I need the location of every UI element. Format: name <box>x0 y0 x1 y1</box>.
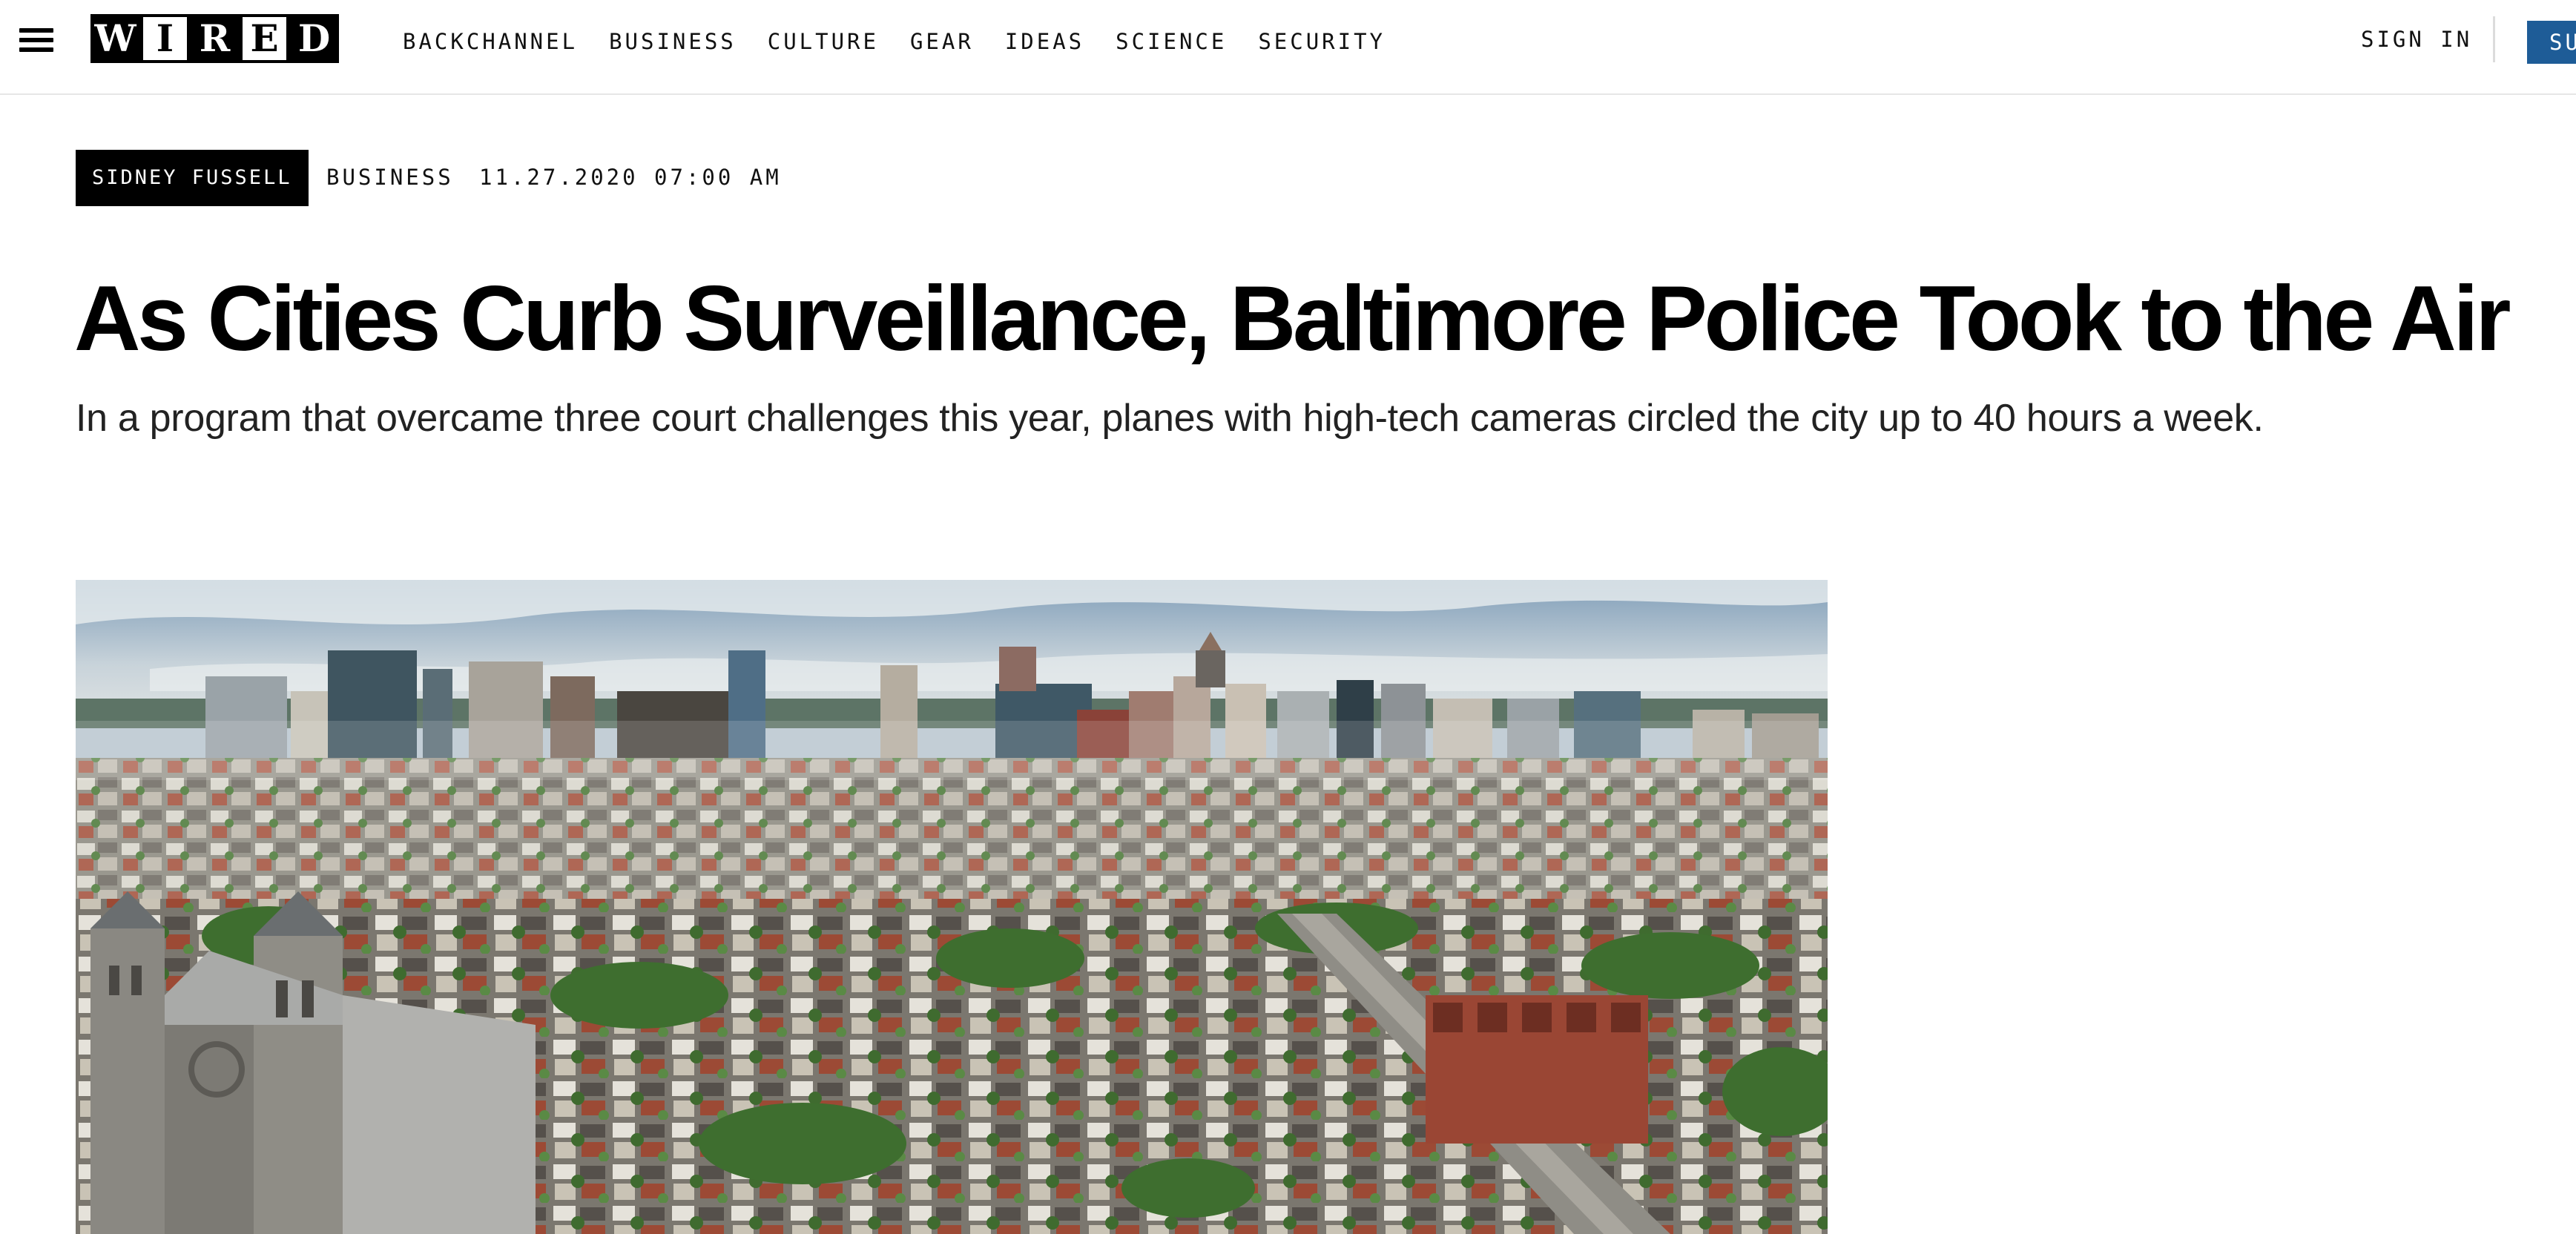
logo-letter: I <box>140 14 190 63</box>
lead-image-aerial-city <box>76 580 1828 1234</box>
nav-item-security[interactable]: SECURITY <box>1258 29 1386 54</box>
nav-divider <box>2493 16 2495 62</box>
subscribe-button[interactable]: SU <box>2527 21 2576 64</box>
author-byline[interactable]: SIDNEY FUSSELL <box>76 150 309 206</box>
article-dek: In a program that overcame three court c… <box>76 397 2264 440</box>
article-headline: As Cities Curb Surveillance, Baltimore P… <box>74 268 2511 370</box>
publish-date: 11.27.2020 07:00 AM <box>479 165 782 190</box>
nav-item-gear[interactable]: GEAR <box>910 29 974 54</box>
top-navigation-bar: W I R E D BACKCHANNEL BUSINESS CULTURE G… <box>0 0 2576 95</box>
article-section-link[interactable]: BUSINESS <box>326 165 454 190</box>
sign-in-link[interactable]: SIGN IN <box>2361 27 2472 52</box>
logo-letter: E <box>240 14 289 63</box>
nav-item-science[interactable]: SCIENCE <box>1116 29 1227 54</box>
nav-item-business[interactable]: BUSINESS <box>609 29 737 54</box>
nav-item-culture[interactable]: CULTURE <box>768 29 879 54</box>
logo-letter: R <box>190 14 240 63</box>
nav-item-ideas[interactable]: IDEAS <box>1005 29 1084 54</box>
logo-letter: D <box>289 14 339 63</box>
nav-item-backchannel[interactable]: BACKCHANNEL <box>403 29 578 54</box>
city-illustration <box>76 580 1828 1234</box>
logo-letter: W <box>90 14 140 63</box>
main-nav: BACKCHANNEL BUSINESS CULTURE GEAR IDEAS … <box>403 27 1417 56</box>
wired-logo[interactable]: W I R E D <box>90 14 339 63</box>
hamburger-menu-icon[interactable] <box>19 25 53 55</box>
